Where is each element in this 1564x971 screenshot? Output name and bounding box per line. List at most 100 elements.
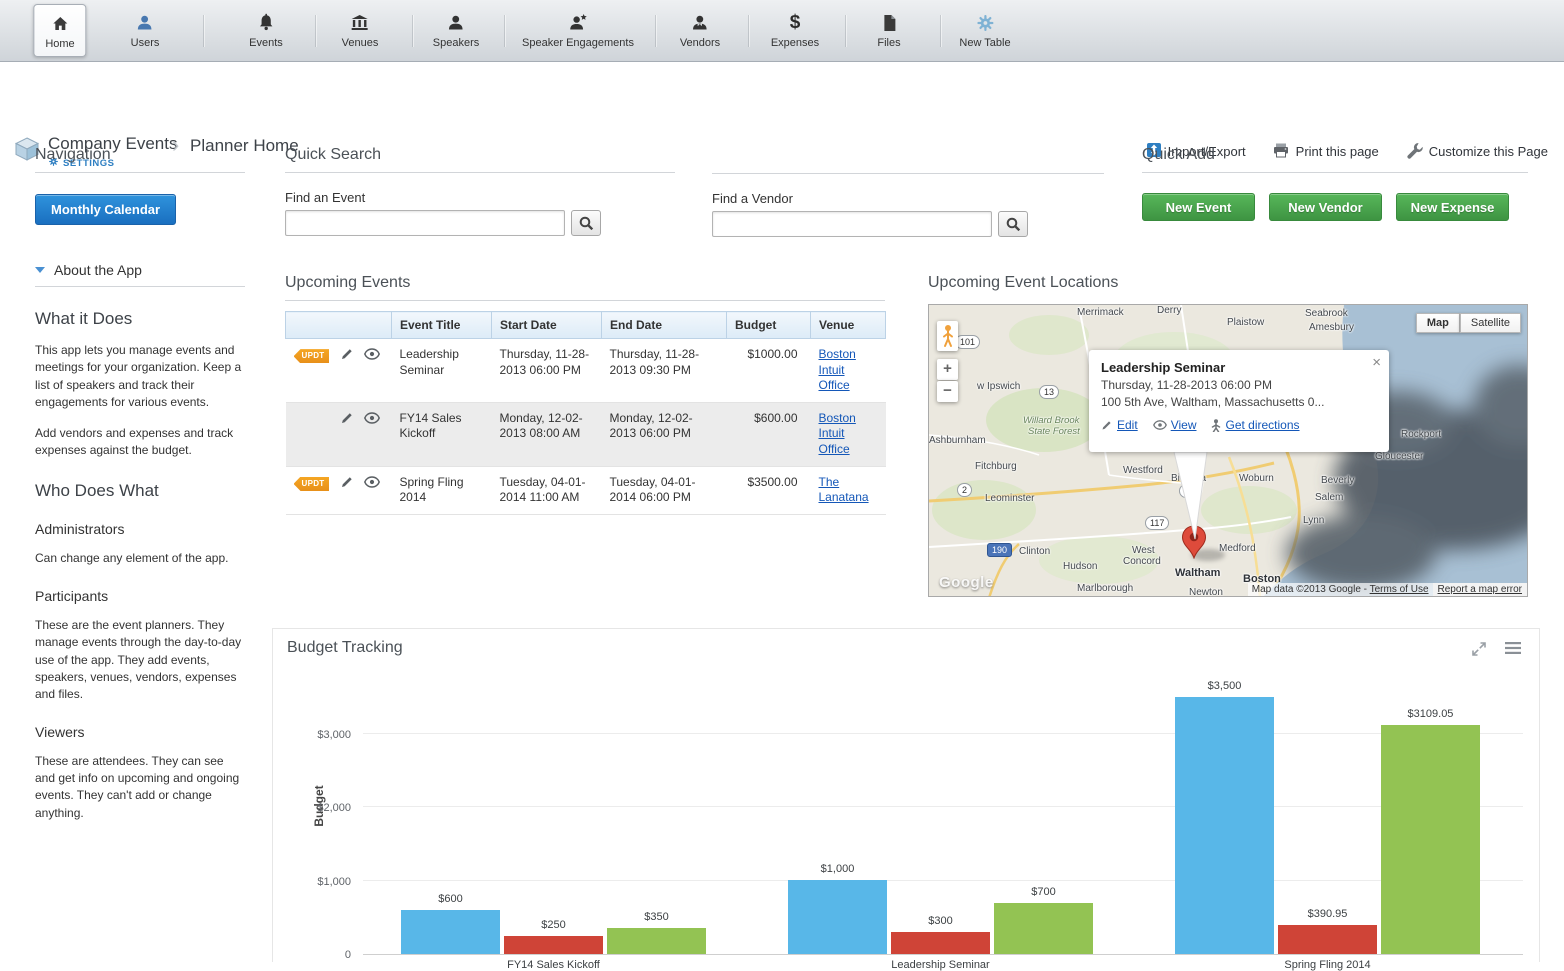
- tab-files[interactable]: Files: [877, 12, 900, 49]
- chart-bar-value-label: $3109.05: [1360, 708, 1501, 720]
- toolbar-divider: [315, 15, 316, 47]
- find-event-search-button[interactable]: [571, 210, 601, 236]
- budget-tracking-section: Budget Tracking Budget 0$1,000$2,000$3,0…: [272, 628, 1540, 962]
- budget-cell: $1000.00: [727, 339, 811, 403]
- what-it-does-heading: What it Does: [35, 309, 245, 329]
- column-header[interactable]: Event Title: [392, 312, 492, 339]
- chart-bar[interactable]: [504, 936, 603, 954]
- venue-link[interactable]: Boston Intuit Office: [819, 411, 856, 456]
- zoom-out-button[interactable]: [937, 381, 958, 402]
- tab-new-table[interactable]: New Table: [959, 12, 1010, 49]
- tab-expenses[interactable]: Expenses: [771, 12, 819, 49]
- tab-events[interactable]: Events: [249, 12, 283, 49]
- new-vendor-button[interactable]: New Vendor: [1269, 193, 1382, 221]
- edit-pencil-icon[interactable]: [340, 475, 354, 494]
- tab-venues[interactable]: Venues: [342, 12, 379, 49]
- chart-menu-icon[interactable]: [1505, 641, 1521, 662]
- info-window-datetime: Thursday, 11-28-2013 06:00 PM: [1101, 378, 1377, 392]
- map-type-control: Map Satellite: [1416, 313, 1521, 333]
- view-link[interactable]: View: [1171, 418, 1197, 432]
- edit-pencil-icon[interactable]: [340, 411, 354, 430]
- edit-link[interactable]: Edit: [1117, 418, 1138, 432]
- app-header-bar: Company Events SETTINGS Planner Home Imp…: [0, 62, 1564, 112]
- chart-bar-value-label: $700: [973, 886, 1114, 898]
- map-place-label: Seabrook: [1305, 308, 1348, 319]
- end-date-cell: Tuesday, 04-01-2014 06:00 PM: [602, 466, 727, 514]
- terms-of-use-link[interactable]: Terms of Use: [1370, 584, 1429, 595]
- budget-cell: $600.00: [727, 402, 811, 466]
- map-place-label: Merrimack: [1077, 307, 1124, 318]
- venue-link[interactable]: Boston Intuit Office: [819, 347, 856, 392]
- tab-vendors[interactable]: Vendors: [680, 12, 720, 49]
- pegman-control[interactable]: [937, 321, 958, 351]
- venue-link[interactable]: The Lanatana: [819, 475, 869, 505]
- find-vendor-input[interactable]: [712, 211, 992, 237]
- chart-bar[interactable]: [607, 928, 706, 954]
- table-row[interactable]: UPDT Spring Fling 2014 Tuesday, 04-01-20…: [286, 466, 886, 514]
- map-place-label: Medford: [1219, 543, 1256, 554]
- chart-ytick-label: $1,000: [317, 876, 351, 888]
- map-place-label: Lynn: [1303, 515, 1324, 526]
- column-header[interactable]: End Date: [602, 312, 727, 339]
- quick-search-title: Quick Search: [285, 146, 675, 164]
- map-place-label: Plaistow: [1227, 317, 1264, 328]
- close-icon[interactable]: [1372, 354, 1381, 371]
- google-map[interactable]: MerrimackDerryPlaistowSeabrookAmesburyw …: [928, 304, 1528, 597]
- view-eye-icon[interactable]: [364, 348, 380, 365]
- edit-pencil-icon: [1101, 419, 1113, 431]
- info-window-title: Leadership Seminar: [1101, 360, 1377, 375]
- role-description: Can change any element of the app.: [35, 550, 245, 567]
- map-place-label: Derry: [1157, 305, 1181, 316]
- tab-speaker-engagements[interactable]: Speaker Engagements: [522, 12, 634, 49]
- map-place-label: Amesbury: [1309, 322, 1354, 333]
- chart-category-label: Leadership Seminar: [788, 959, 1093, 971]
- chart-bar[interactable]: [891, 932, 990, 954]
- tab-users[interactable]: Users: [131, 12, 160, 49]
- expand-chart-icon[interactable]: [1471, 641, 1487, 662]
- new-event-button[interactable]: New Event: [1142, 193, 1255, 221]
- table-row[interactable]: UPDT Leadership Seminar Thursday, 11-28-…: [286, 339, 886, 403]
- tab-label: Home: [45, 38, 74, 50]
- find-event-input[interactable]: [285, 210, 565, 236]
- view-eye-icon[interactable]: [364, 412, 380, 429]
- tab-home[interactable]: Home: [33, 4, 86, 57]
- tab-label: New Table: [959, 37, 1010, 49]
- section-rule: [35, 172, 245, 173]
- chart-bar[interactable]: [1278, 925, 1377, 954]
- map-data-text: Map data ©2013 Google -: [1252, 584, 1367, 595]
- chart-bar[interactable]: [401, 910, 500, 954]
- role-description: These are the event planners. They manag…: [35, 617, 245, 704]
- updated-badge: UPDT: [294, 349, 330, 363]
- dollar-icon: [771, 12, 819, 34]
- about-the-app-toggle[interactable]: About the App: [35, 262, 245, 278]
- chart-gridline: [363, 733, 1523, 734]
- column-header[interactable]: Start Date: [492, 312, 602, 339]
- search-icon: [578, 215, 594, 231]
- view-eye-icon: [1153, 420, 1167, 430]
- column-header[interactable]: Budget: [727, 312, 811, 339]
- section-rule: [712, 173, 1104, 174]
- monthly-calendar-button[interactable]: Monthly Calendar: [35, 194, 176, 225]
- edit-pencil-icon[interactable]: [340, 347, 354, 366]
- zoom-in-button[interactable]: [937, 359, 958, 380]
- table-row[interactable]: UPDT FY14 Sales Kickoff Monday, 12-02-20…: [286, 402, 886, 466]
- column-header[interactable]: Venue: [811, 312, 886, 339]
- who-does-what-heading: Who Does What: [35, 481, 245, 501]
- main-toolbar: Home Users Events Venues Speakers Speake…: [0, 0, 1564, 62]
- chart-bar[interactable]: [994, 903, 1093, 954]
- find-vendor-search-button[interactable]: [998, 211, 1028, 237]
- tab-speakers[interactable]: Speakers: [433, 12, 479, 49]
- chart-bar-value-label: $390.95: [1257, 908, 1398, 920]
- toolbar-divider: [655, 15, 656, 47]
- map-place-label: Westford: [1123, 465, 1163, 476]
- map-route-shield: 13: [1039, 385, 1059, 399]
- report-map-error-link[interactable]: Report a map error: [1438, 584, 1522, 595]
- new-expense-button[interactable]: New Expense: [1396, 193, 1509, 221]
- what-it-does-paragraph: Add vendors and expenses and track expen…: [35, 425, 245, 460]
- view-eye-icon[interactable]: [364, 476, 380, 493]
- get-directions-link[interactable]: Get directions: [1225, 418, 1299, 432]
- chart-bar[interactable]: [1381, 725, 1480, 954]
- map-view-button[interactable]: Map: [1416, 313, 1460, 333]
- satellite-view-button[interactable]: Satellite: [1460, 313, 1521, 333]
- chart-ytick-label: 0: [345, 949, 351, 961]
